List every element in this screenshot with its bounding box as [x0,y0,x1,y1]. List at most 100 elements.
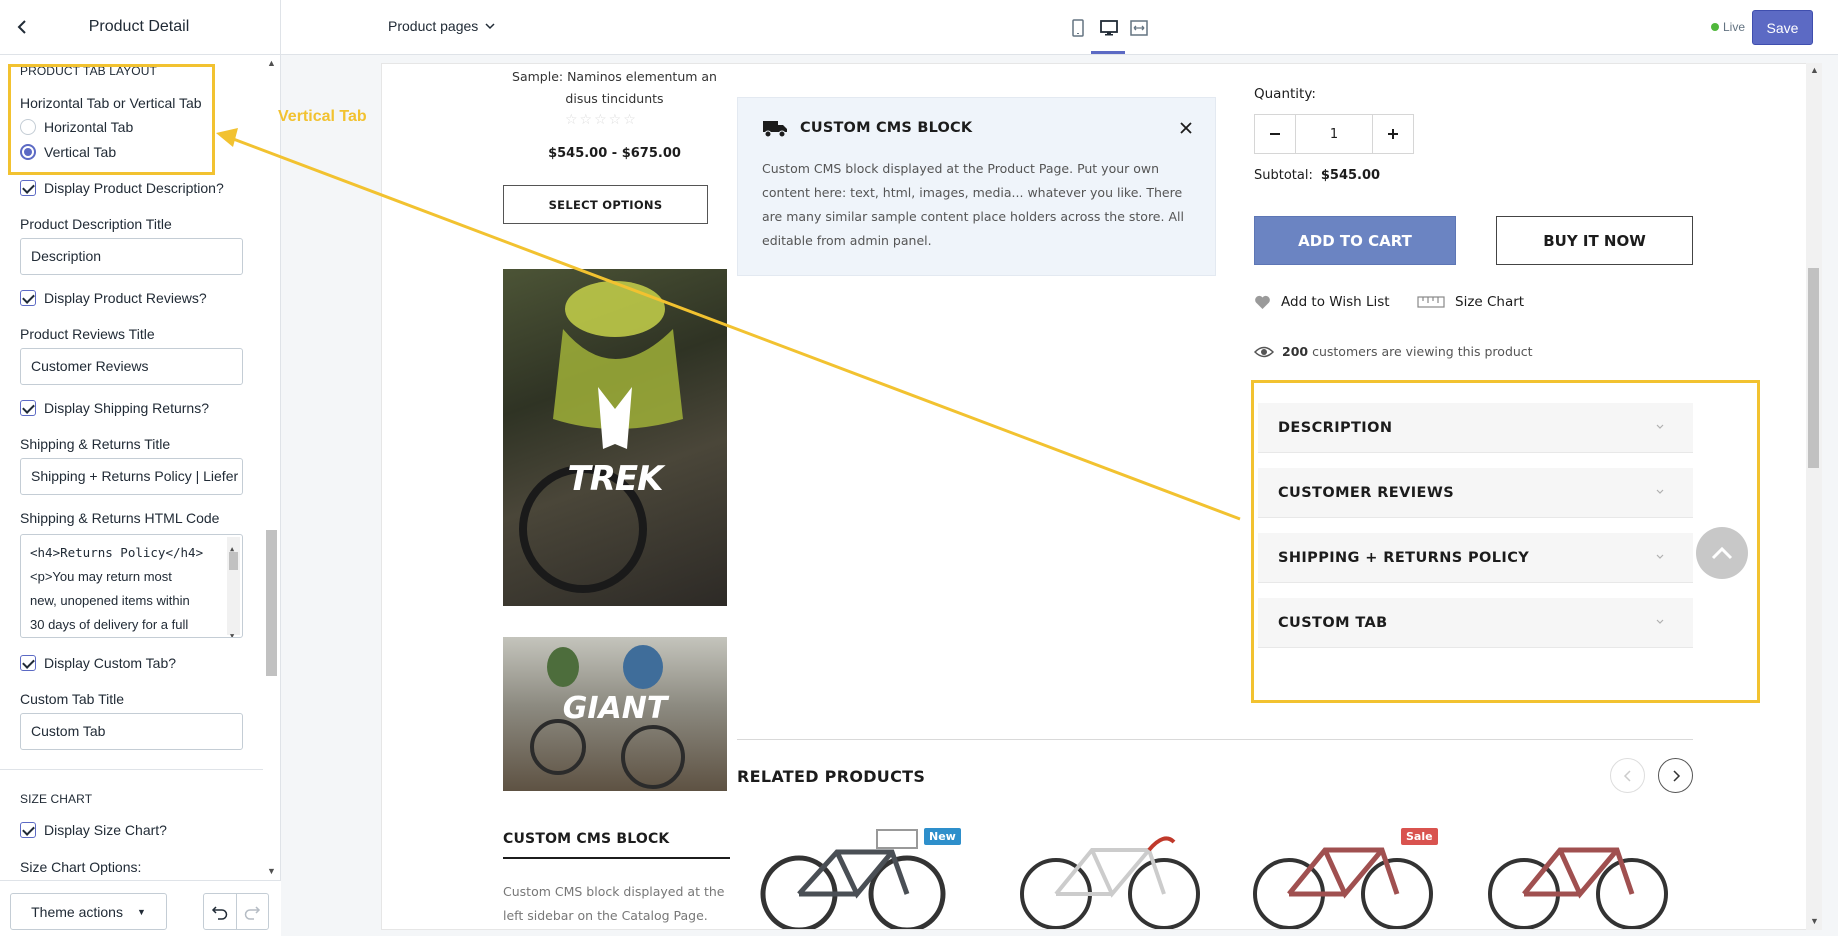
shipping-html-textarea[interactable]: <h4>Returns Policy</h4> <p>You may retur… [20,534,243,638]
add-to-cart-button[interactable]: ADD TO CART [1254,216,1456,265]
minus-icon[interactable] [1255,115,1295,153]
add-to-wishlist-link[interactable]: Add to Wish List [1254,294,1390,310]
sale-badge: Sale [1401,828,1438,845]
code-line: new, unopened items within [30,593,190,608]
cms-block: CUSTOM CMS BLOCK Custom CMS block displa… [737,97,1216,276]
textarea-scrollbar[interactable]: ▲ ▼ [227,537,240,637]
code-line: 30 days of delivery for a full [30,617,189,632]
product-image[interactable] [1014,822,1204,930]
sidebar-scrollbar[interactable]: ▲ ▼ [263,56,280,880]
undo-redo-group [203,893,269,930]
chevron-down-icon [485,23,495,30]
quantity-input[interactable]: 1 [1295,115,1373,153]
carousel-prev-button[interactable] [1610,758,1645,793]
page-type-selector[interactable]: Product pages [388,18,496,34]
carousel-next-button[interactable] [1658,758,1693,793]
plus-icon[interactable] [1373,115,1413,153]
product-name[interactable]: Sample: Naminos elementum an disus tinci… [501,66,728,110]
subtotal-value: $545.00 [1320,168,1381,183]
section-divider [0,769,264,770]
subtotal-label: Subtotal: [1254,168,1313,183]
checkbox[interactable] [20,822,36,838]
reviews-title-input[interactable]: Customer Reviews [20,348,243,385]
back-arrow-icon[interactable] [12,16,34,38]
code-line: <h4>Returns Policy</h4> [30,545,204,560]
checkbox-label: Display Size Chart? [44,822,167,838]
custom-tab-title-label: Custom Tab Title [20,691,125,707]
preview-scrollbar[interactable]: ▲ ▼ [1806,63,1822,930]
caret-down-icon: ▼ [136,906,146,917]
rating-stars: ☆☆☆☆☆ [565,112,638,128]
annotation-label: Vertical Tab [278,108,367,125]
related-divider [737,739,1693,740]
description-title-input[interactable]: Description [20,238,243,275]
viewing-count: 200 [1282,344,1309,359]
checkbox[interactable] [20,400,36,416]
shipping-title-label: Shipping & Returns Title [20,436,171,452]
buy-it-now-button[interactable]: BUY IT NOW [1496,216,1693,265]
annotation-box-tabs [1251,380,1760,703]
checkbox-display-reviews[interactable]: Display Product Reviews? [20,290,207,306]
scroll-up-arrow-icon[interactable]: ▲ [1810,65,1819,75]
live-status: Live [1711,20,1745,34]
sidebar-header: Product Detail [0,0,280,55]
full-width-view-icon[interactable] [1127,16,1151,40]
description-title-label: Product Description Title [20,216,172,232]
related-products-title: RELATED PRODUCTS [737,767,926,786]
giant-logo-text: GIANT [562,691,668,726]
save-button[interactable]: Save [1752,10,1813,45]
editor-topbar: Product pages Live Save [281,0,1838,55]
scroll-thumb[interactable] [229,552,238,570]
shipping-title-input[interactable]: Shipping + Returns Policy | Liefer [20,458,243,495]
chevron-right-icon [1672,769,1680,782]
size-chart-link[interactable]: Size Chart [1417,294,1524,310]
trek-banner[interactable]: TREK [503,269,727,606]
cms-block-title: CUSTOM CMS BLOCK [800,120,973,136]
cms-block-header: CUSTOM CMS BLOCK [762,118,972,138]
desktop-view-icon[interactable] [1091,16,1125,54]
undo-icon[interactable] [204,894,236,929]
size-chart-options-label: Size Chart Options: [20,859,142,875]
subtotal: Subtotal: $545.00 [1254,168,1380,183]
sidebar-settings: PRODUCT TAB LAYOUT Horizontal Tab or Ver… [0,56,264,880]
theme-actions-button[interactable]: Theme actions ▼ [10,893,167,930]
giant-banner[interactable]: GIANT [503,637,727,791]
viewers-notice: 200 customers are viewing this product [1254,344,1533,359]
mobile-view-icon[interactable] [1066,16,1090,40]
price-range: $545.00 - $675.00 [548,146,681,161]
trek-logo-text: TREK [567,459,664,499]
sidebar-title: Product Detail [88,18,190,35]
sidebar-footer: Theme actions ▼ [0,880,281,936]
heart-icon [1255,295,1270,309]
checkbox-display-custom-tab[interactable]: Display Custom Tab? [20,655,176,671]
checkbox[interactable] [20,655,36,671]
close-icon[interactable] [1179,121,1193,139]
scroll-down-arrow-icon[interactable]: ▼ [1810,916,1819,926]
checkbox-label: Display Product Reviews? [44,290,207,306]
sidebar-cms-text: Custom CMS block displayed at the left s… [503,884,725,923]
checkbox[interactable] [20,180,36,196]
custom-tab-title-input[interactable]: Custom Tab [20,713,243,750]
scroll-down-arrow-icon[interactable]: ▼ [230,624,234,637]
annotation-box-settings [8,64,215,175]
checkbox-display-size-chart[interactable]: Display Size Chart? [20,822,167,838]
scroll-thumb[interactable] [266,530,277,676]
product-image[interactable] [1482,822,1672,930]
checkbox-display-description[interactable]: Display Product Description? [20,180,224,196]
scroll-up-arrow-icon[interactable]: ▲ [267,58,276,68]
truck-icon [763,121,787,138]
scroll-thumb[interactable] [1808,268,1819,468]
checkbox-label: Display Product Description? [44,180,224,196]
reviews-title-label: Product Reviews Title [20,326,155,342]
quantity-stepper: 1 [1254,114,1414,154]
checkbox[interactable] [20,290,36,306]
redo-icon[interactable] [235,894,269,929]
checkbox-display-shipping[interactable]: Display Shipping Returns? [20,400,209,416]
select-options-button[interactable]: SELECT OPTIONS [503,185,708,224]
live-dot-icon [1711,23,1719,31]
new-badge: New [924,828,961,845]
product-image[interactable] [757,822,947,930]
theme-actions-label: Theme actions [31,903,123,920]
section-title-size-chart: SIZE CHART [20,792,93,806]
scroll-down-arrow-icon[interactable]: ▼ [267,866,276,876]
